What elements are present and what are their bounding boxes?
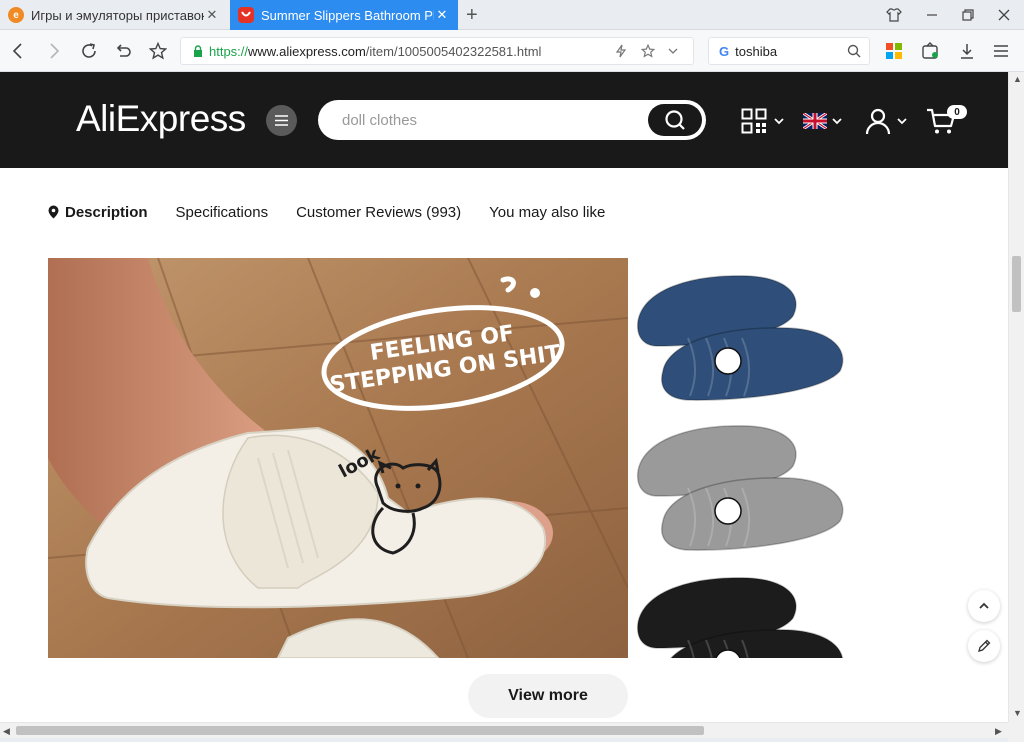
site-header: AliExpress doll clothes 0	[0, 72, 1008, 168]
pencil-icon	[978, 639, 991, 652]
url-host: www.aliexpress.com	[248, 43, 366, 59]
reload-icon[interactable]	[76, 38, 102, 64]
forward-arrow-icon[interactable]	[41, 38, 67, 64]
product-photo-main: look FEELING OF STEPPING ON SHIT	[48, 258, 628, 658]
vertical-scrollbar[interactable]: ▲ ▼	[1008, 72, 1024, 722]
scroll-left-arrow-icon[interactable]: ◀	[3, 726, 10, 737]
feedback-button[interactable]	[968, 630, 1000, 662]
category-menu-button[interactable]	[266, 105, 297, 136]
window-bottom-edge	[0, 738, 1008, 742]
lock-icon	[193, 45, 203, 57]
download-icon[interactable]	[954, 38, 980, 64]
close-window-icon[interactable]	[986, 0, 1022, 30]
account-button[interactable]	[864, 105, 908, 137]
tab-you-may-also-like[interactable]: You may also like	[489, 204, 605, 221]
hamburger-menu-icon[interactable]	[988, 38, 1014, 64]
aliexpress-logo[interactable]: AliExpress	[76, 98, 246, 140]
scrollbar-corner	[1008, 722, 1024, 742]
extension-icon[interactable]	[917, 38, 943, 64]
cart-count-badge: 0	[947, 105, 967, 119]
url-path: /item/1005005402322581.html	[365, 43, 542, 59]
tab-label: Specifications	[175, 203, 269, 221]
scroll-up-arrow-icon[interactable]: ▲	[1013, 74, 1022, 84]
tab-label: You may also like	[489, 203, 606, 221]
tab-label: Description	[65, 203, 148, 221]
browser-search-field[interactable]: G toshiba	[708, 37, 870, 65]
view-more-button[interactable]: View more	[468, 674, 628, 718]
close-tab-icon[interactable]: ✕	[204, 7, 220, 23]
chevron-down-icon[interactable]	[667, 45, 679, 60]
google-g-icon: G	[719, 43, 730, 59]
scroll-right-arrow-icon[interactable]: ▶	[995, 726, 1002, 737]
shirt-skin-icon[interactable]	[876, 0, 912, 30]
undo-close-tab-icon[interactable]	[110, 38, 136, 64]
horizontal-scrollbar[interactable]: ◀ ▶	[0, 722, 1008, 738]
minimize-icon[interactable]	[914, 0, 950, 30]
site-search-input[interactable]: doll clothes	[318, 100, 706, 140]
slipper-variant-3	[636, 577, 843, 658]
browser-tab-strip: e Игры и эмуляторы приставок ✕ Summer Sl…	[0, 0, 1024, 30]
browser-toolbar: https:// www.aliexpress.com /item/100500…	[0, 30, 1024, 72]
chevron-up-icon	[979, 602, 989, 609]
product-photo-variants	[628, 258, 848, 658]
favorite-star-icon[interactable]	[640, 43, 656, 61]
qr-code-button[interactable]	[741, 105, 785, 137]
user-icon	[865, 108, 891, 135]
tab-title: Игры и эмуляторы приставок	[31, 7, 204, 23]
back-arrow-icon[interactable]	[5, 38, 31, 64]
search-icon	[665, 110, 685, 130]
slipper-variant-1	[636, 275, 844, 401]
bookmark-star-icon[interactable]	[145, 38, 171, 64]
scroll-down-arrow-icon[interactable]: ▼	[1013, 708, 1022, 718]
search-placeholder: doll clothes	[342, 111, 418, 129]
tab-label: Customer Reviews (993)	[296, 203, 462, 221]
lightning-icon[interactable]	[615, 44, 627, 61]
location-pin-icon	[48, 205, 59, 219]
browser-tab-aliexpress[interactable]: Summer Slippers Bathroom Pl ✕	[230, 0, 458, 30]
new-tab-plus-icon[interactable]: +	[466, 4, 478, 27]
horizontal-scroll-thumb[interactable]	[16, 726, 704, 735]
globe-icon: e	[8, 7, 24, 23]
chevron-down-icon	[897, 118, 907, 125]
vertical-scroll-thumb[interactable]	[1012, 256, 1021, 312]
tab-customer-reviews[interactable]: Customer Reviews (993)	[296, 204, 461, 221]
aliexpress-icon	[238, 7, 254, 23]
apps-grid-icon[interactable]	[881, 38, 907, 64]
language-selector[interactable]	[803, 105, 843, 137]
site-search-button[interactable]	[648, 104, 702, 136]
tab-title: Summer Slippers Bathroom Pl	[261, 7, 434, 23]
tab-description[interactable]: Description	[48, 204, 148, 221]
close-tab-icon[interactable]: ✕	[434, 7, 450, 23]
web-page: AliExpress doll clothes 0 Description Sp…	[0, 72, 1008, 722]
address-bar[interactable]: https:// www.aliexpress.com /item/100500…	[180, 37, 694, 65]
uk-flag-icon	[803, 113, 827, 129]
restore-icon[interactable]	[950, 0, 986, 30]
chevron-down-icon	[774, 118, 784, 125]
product-section-tabs: Description Specifications Customer Revi…	[48, 200, 633, 224]
tab-specifications[interactable]: Specifications	[176, 204, 269, 221]
search-query: toshiba	[735, 43, 778, 59]
slipper-variant-2	[636, 425, 844, 551]
scroll-to-top-button[interactable]	[968, 590, 1000, 622]
url-protocol: https://	[209, 43, 249, 59]
qr-code-icon	[741, 108, 767, 134]
chevron-down-icon	[832, 118, 842, 125]
browser-tab-games[interactable]: e Игры и эмуляторы приставок ✕	[0, 0, 228, 30]
search-icon[interactable]	[847, 44, 861, 61]
